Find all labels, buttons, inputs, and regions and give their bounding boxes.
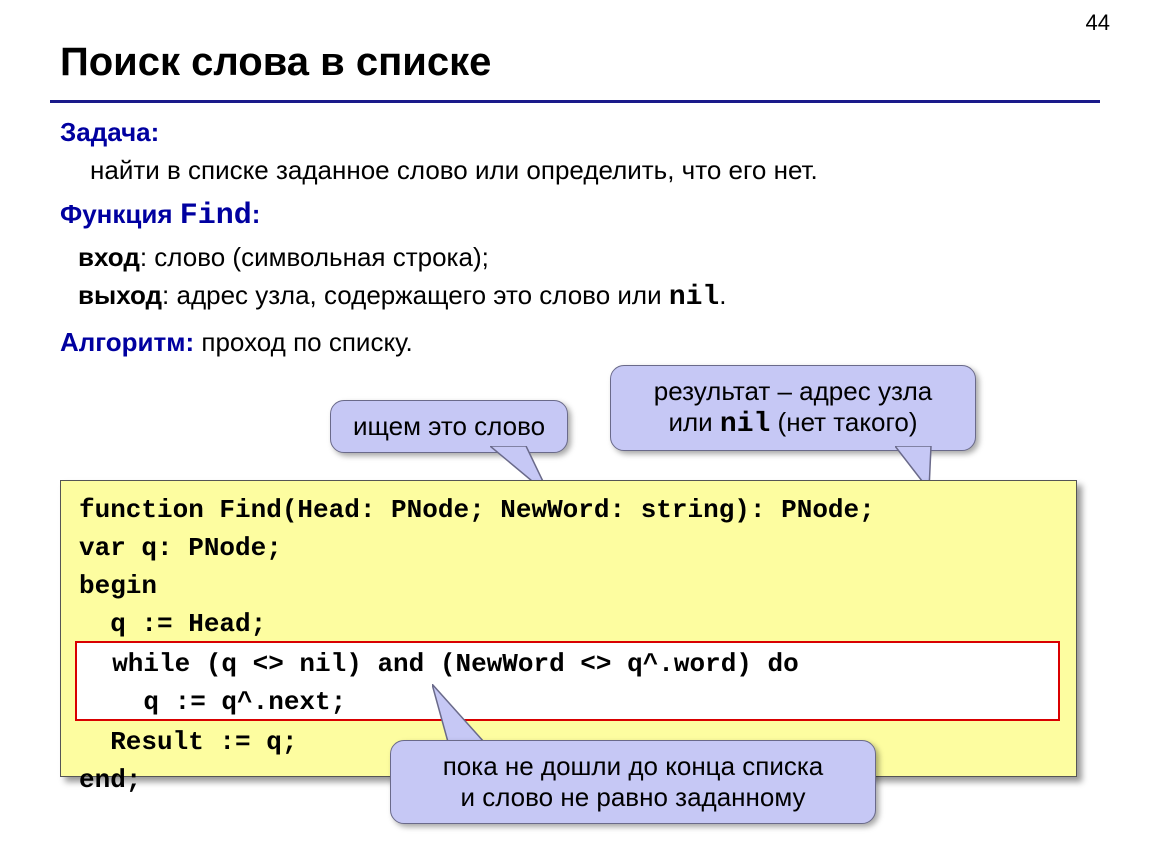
- input-text: : слово (символьная строка);: [140, 242, 489, 272]
- callout-while-line2: и слово не равно заданному: [413, 782, 853, 813]
- code-line-1: function Find(Head: PNode; NewWord: stri…: [79, 495, 875, 525]
- slide: 44 Поиск слова в списке Задача: найти в …: [0, 0, 1150, 864]
- callout-while-line1: пока не дошли до конца списка: [413, 751, 853, 782]
- code-line-4: q := Head;: [79, 609, 266, 639]
- code-block: function Find(Head: PNode; NewWord: stri…: [60, 480, 1077, 777]
- code-line-7: Result := q;: [79, 727, 297, 757]
- output-suffix: .: [719, 280, 726, 310]
- callout-result-pref: или: [668, 407, 719, 437]
- callout-newword-text: ищем это слово: [353, 411, 545, 441]
- code-text-bottom: Result := q; end;: [79, 723, 297, 799]
- code-line-5: while (q <> nil) and (NewWord <> q^.word…: [81, 649, 799, 679]
- code-line-2: var q: PNode;: [79, 533, 282, 563]
- output-prefix: : адрес узла, содержащего это слово или: [162, 280, 669, 310]
- callout-result-suf: (нет такого): [770, 407, 917, 437]
- page-number: 44: [1086, 10, 1110, 36]
- output-label: выход: [78, 280, 162, 310]
- code-text-top: function Find(Head: PNode; NewWord: stri…: [79, 491, 875, 643]
- output-nil: nil: [669, 282, 719, 313]
- callout-result: результат – адрес узла или nil (нет тако…: [610, 365, 976, 451]
- input-label: вход: [78, 242, 140, 272]
- callout-while: пока не дошли до конца списка и слово не…: [390, 740, 876, 824]
- task-label: Задача:: [60, 117, 159, 147]
- algo-text: проход по списку.: [194, 327, 413, 357]
- task-text: найти в списке заданное слово или опреде…: [90, 152, 1090, 190]
- callout-result-line1: результат – адрес узла: [633, 376, 953, 407]
- func-label-suffix: :: [252, 199, 261, 229]
- body-text: Задача: найти в списке заданное слово ил…: [60, 114, 1090, 362]
- code-line-3: begin: [79, 571, 157, 601]
- code-highlight-box: while (q <> nil) and (NewWord <> q^.word…: [75, 641, 1060, 721]
- title-divider: [50, 100, 1100, 103]
- algo-label: Алгоритм:: [60, 327, 194, 357]
- func-name: Find: [180, 199, 252, 233]
- callout-result-nil: nil: [720, 409, 770, 440]
- page-title: Поиск слова в списке: [60, 40, 491, 85]
- callout-while-tail: [432, 684, 502, 744]
- func-label-prefix: Функция: [60, 199, 180, 229]
- code-line-6: q := q^.next;: [81, 687, 346, 717]
- code-line-8: end;: [79, 765, 141, 795]
